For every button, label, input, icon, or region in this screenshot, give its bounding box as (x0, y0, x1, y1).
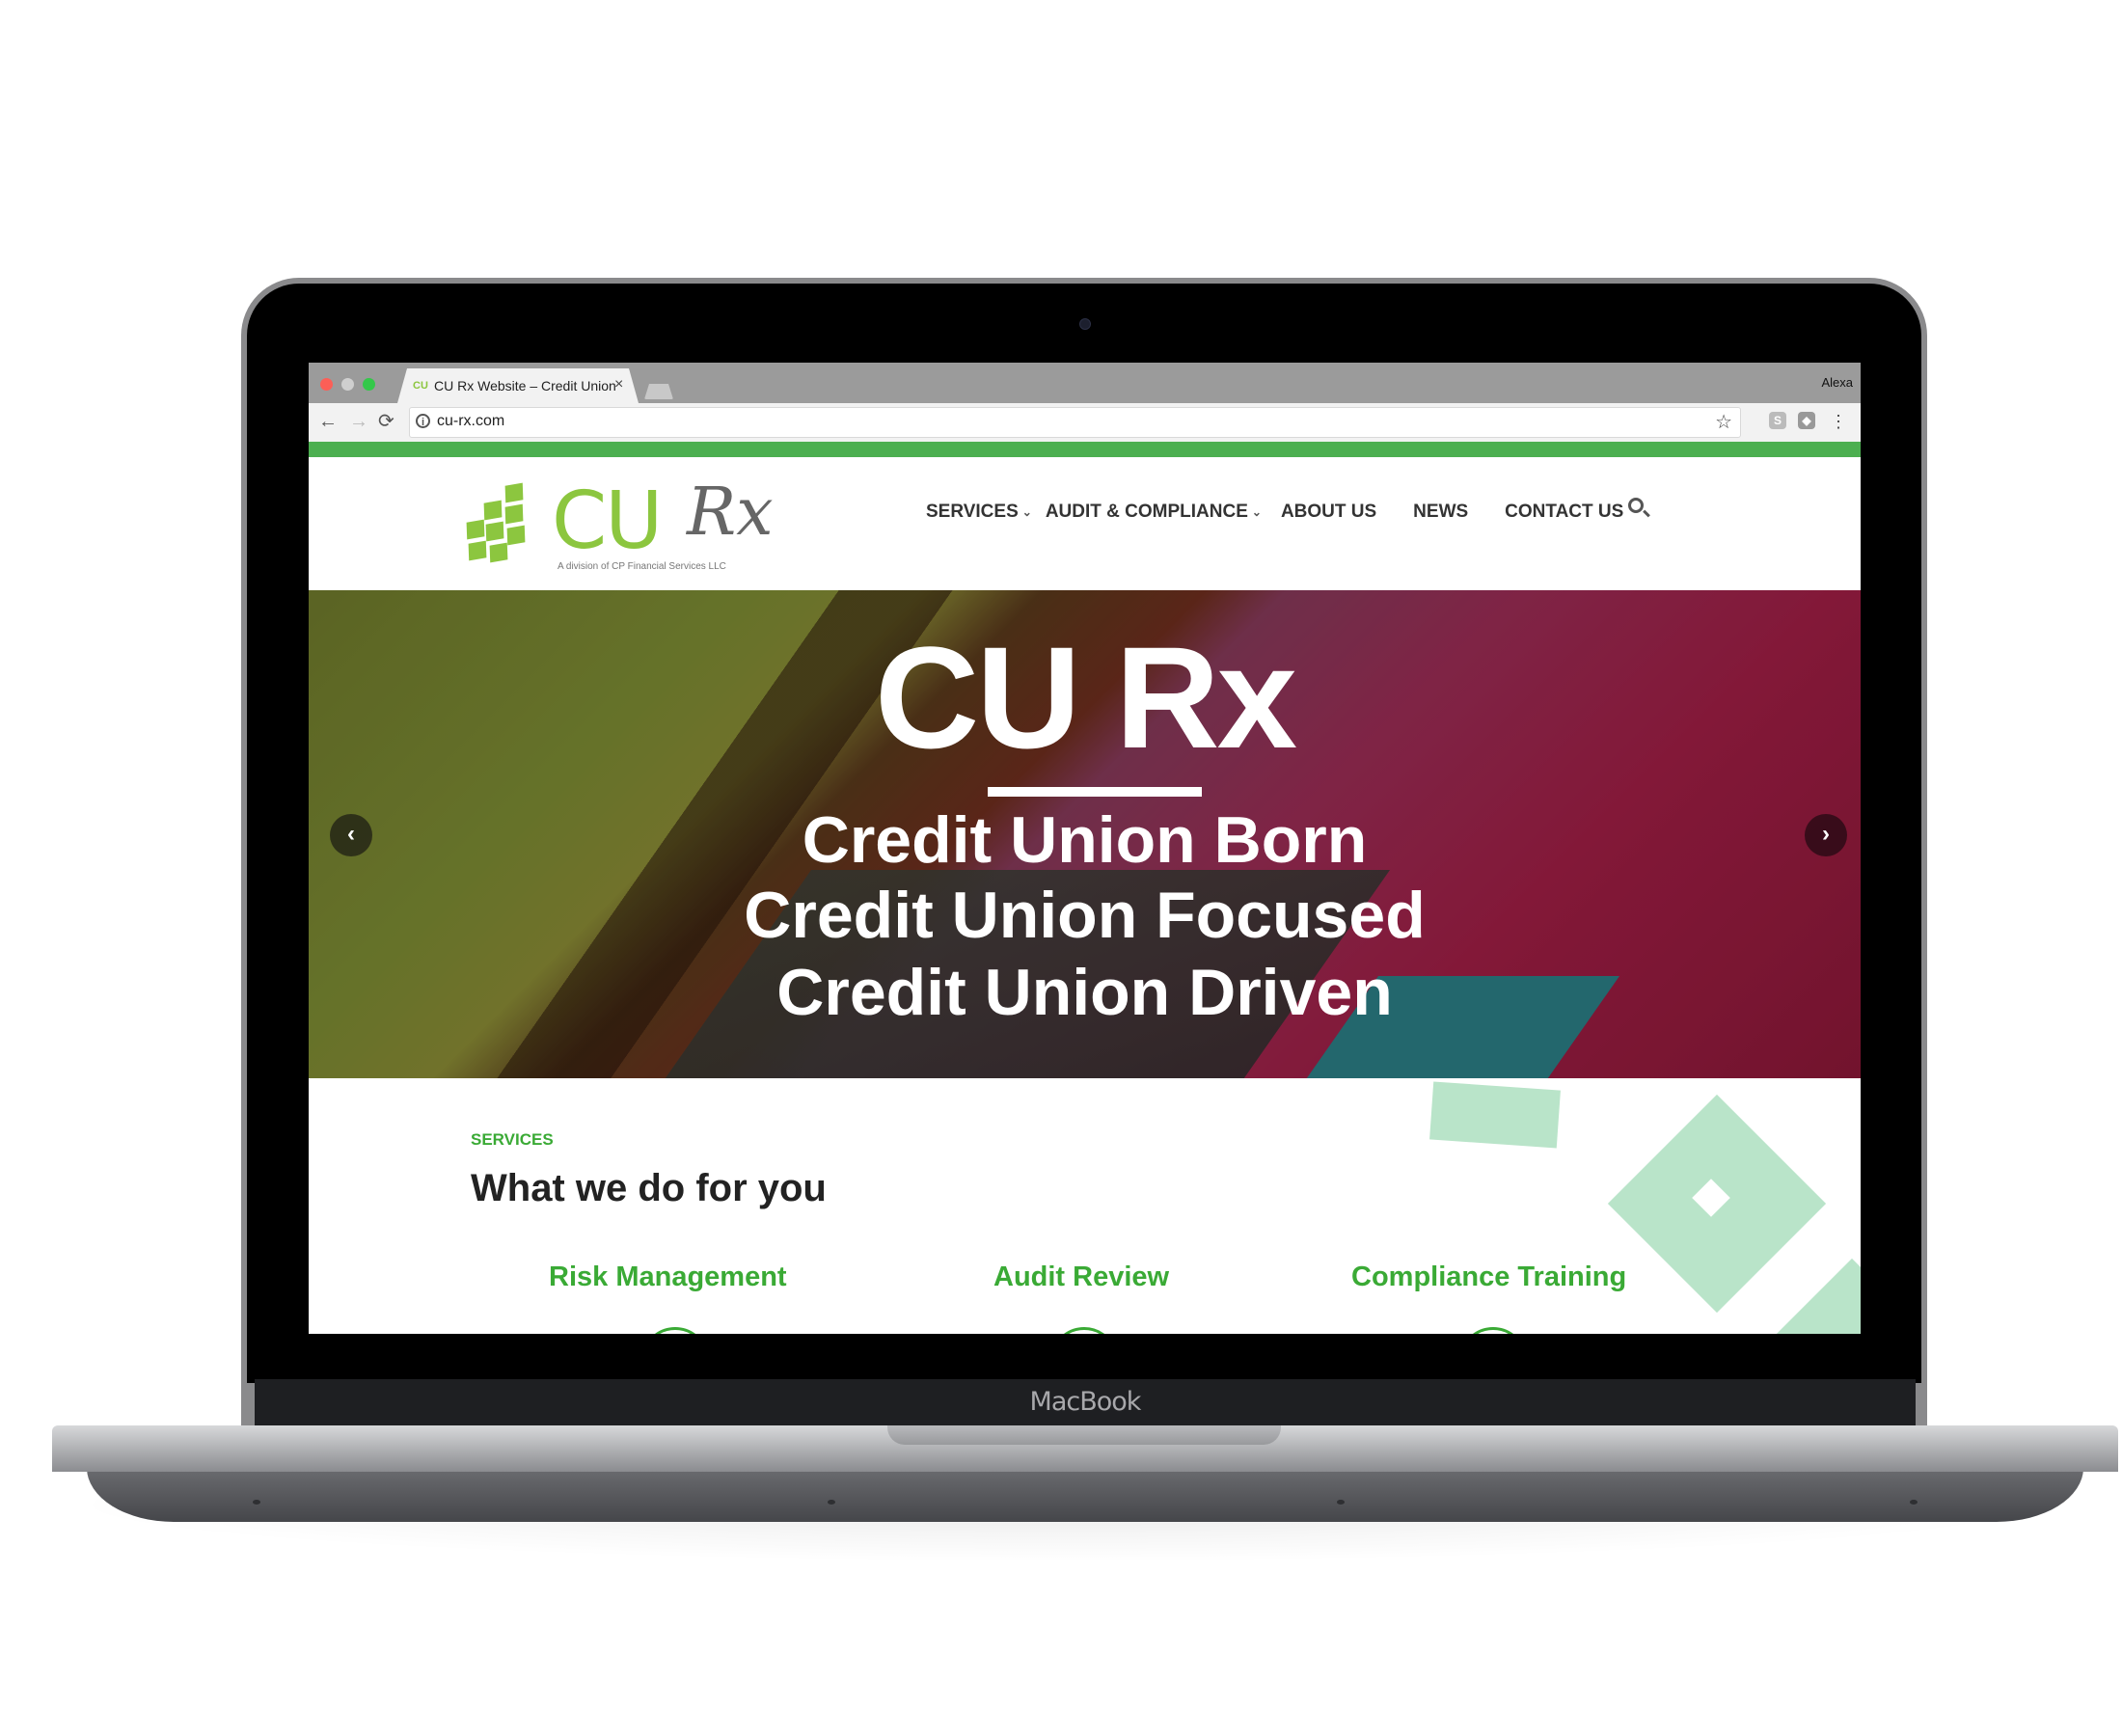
hero-divider (988, 787, 1202, 797)
close-window-button[interactable] (320, 378, 333, 391)
nav-services[interactable]: SERVICES ⌄ (926, 502, 1032, 523)
hero-line: Credit Union Focused (744, 879, 1426, 952)
laptop-base-bottom (87, 1468, 2083, 1522)
laptop-chin: MacBook (255, 1379, 1916, 1425)
laptop-foot (1337, 1500, 1345, 1505)
chevron-down-icon: ⌄ (1251, 505, 1262, 519)
main-nav: SERVICES ⌄ AUDIT & COMPLIANCE ⌄ ABOUT US… (926, 498, 1623, 527)
laptop-hinge-notch (887, 1425, 1281, 1445)
site-logo[interactable]: CU Rx A division of CP Financial Service… (466, 475, 774, 572)
section-kicker: SERVICES (471, 1130, 554, 1149)
service-icon-circle (1459, 1327, 1527, 1334)
chevron-down-icon: ⌄ (1021, 505, 1032, 519)
browser-menu-icon[interactable]: ⋮ (1830, 411, 1847, 432)
browser-tab[interactable]: CU CU Rx Website – Credit Union × (397, 368, 639, 403)
camera-icon (1079, 318, 1091, 330)
url-text[interactable]: cu-rx.com (437, 413, 504, 430)
tab-bar: CU CU Rx Website – Credit Union × Alexa (309, 363, 1861, 403)
decorative-shape (1429, 1081, 1561, 1149)
minimize-window-button[interactable] (341, 378, 354, 391)
nav-label: NEWS (1413, 502, 1469, 522)
favicon-icon: CU (413, 380, 428, 392)
nav-label: ABOUT US (1280, 502, 1377, 522)
nav-label: AUDIT & COMPLIANCE (1045, 502, 1248, 522)
nav-label: CONTACT US (1505, 502, 1624, 522)
services-section: SERVICES What we do for you Risk Managem… (309, 1078, 1861, 1334)
hero-line: Credit Union Born (802, 803, 1368, 877)
hero-line: Credit Union Driven (776, 956, 1393, 1029)
new-tab-button[interactable] (644, 384, 673, 399)
site-header: CU Rx A division of CP Financial Service… (309, 457, 1861, 590)
nav-audit-compliance[interactable]: AUDIT & COMPLIANCE ⌄ (1046, 502, 1262, 523)
bookmark-star-icon[interactable]: ☆ (1715, 410, 1732, 434)
logo-tagline: A division of CP Financial Services LLC (558, 561, 726, 572)
slider-prev-button[interactable]: ‹ (330, 814, 372, 856)
laptop-foot (1910, 1500, 1918, 1505)
reload-icon[interactable]: ⟳ (378, 411, 394, 432)
laptop-foot (253, 1500, 260, 1505)
tab-title: CU Rx Website – Credit Union (434, 378, 616, 393)
profile-name[interactable]: Alexa (1821, 375, 1853, 390)
browser-window: CU CU Rx Website – Credit Union × Alexa … (309, 363, 1861, 1334)
shield-extension-icon[interactable]: ◆ (1798, 412, 1815, 429)
maximize-window-button[interactable] (363, 378, 375, 391)
service-icon-circle (1050, 1327, 1118, 1334)
browser-toolbar: ← → ⟳ i cu-rx.com ☆ S ◆ ⋮ (309, 403, 1861, 443)
skype-extension-icon[interactable]: S (1769, 412, 1786, 429)
search-icon[interactable] (1628, 498, 1644, 513)
decorative-shape (1742, 1258, 1861, 1334)
nav-contact-us[interactable]: CONTACT US (1505, 502, 1623, 523)
device-label: MacBook (1029, 1387, 1142, 1417)
nav-news[interactable]: NEWS (1413, 502, 1468, 523)
laptop-foot (828, 1500, 835, 1505)
nav-about-us[interactable]: ABOUT US (1281, 502, 1376, 523)
nav-label: SERVICES (926, 502, 1019, 522)
service-risk-management[interactable]: Risk Management (549, 1261, 787, 1293)
info-icon[interactable]: i (416, 414, 430, 428)
address-bar[interactable]: i cu-rx.com ☆ (409, 407, 1741, 438)
section-title: What we do for you (471, 1167, 827, 1209)
service-compliance-training[interactable]: Compliance Training (1351, 1261, 1626, 1293)
top-accent-bar (309, 442, 1861, 457)
hero-title: CU Rx (874, 616, 1297, 778)
logo-cu-text: CU (552, 475, 663, 567)
slider-next-button[interactable]: › (1805, 814, 1847, 856)
close-tab-icon[interactable]: × (614, 376, 623, 393)
logo-rx-text: Rx (687, 475, 774, 551)
back-icon[interactable]: ← (318, 411, 338, 432)
logo-squares-icon (466, 482, 546, 563)
service-audit-review[interactable]: Audit Review (993, 1261, 1169, 1293)
forward-icon[interactable]: → (349, 411, 368, 432)
hero-slider: CU Rx Credit Union Born Credit Union Foc… (309, 590, 1861, 1078)
service-icon-circle (641, 1327, 709, 1334)
